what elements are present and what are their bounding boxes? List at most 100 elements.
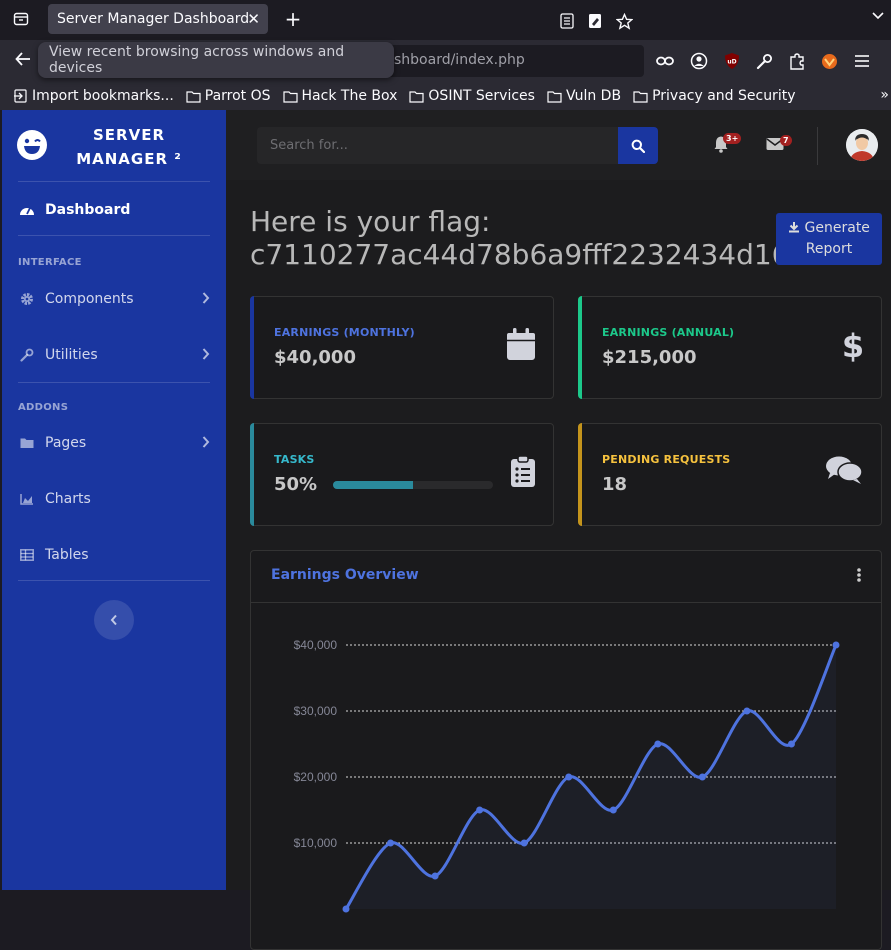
messages-badge: 7 [780,135,792,146]
sidebar-item-pages[interactable]: Pages [18,431,210,455]
bookmark-folder[interactable]: Parrot OS [186,88,271,104]
bookmark-star-icon[interactable] [616,13,633,30]
data-point [743,707,751,715]
sidebar-item-components[interactable]: Components [18,287,210,311]
url-bar-actions [560,13,633,30]
sidebar-item-label: Charts [45,491,91,507]
data-point [832,641,840,649]
bookmark-folder[interactable]: Vuln DB [547,88,621,104]
y-tick-label: $30,000 [294,704,338,718]
data-point [520,839,528,847]
wrench-icon [18,348,36,362]
foxyproxy-icon[interactable] [821,53,838,70]
topbar: 3+ 7 [226,110,891,180]
generate-report-button[interactable]: Generate Report [776,213,882,265]
search-button[interactable] [618,127,658,164]
table-icon [18,549,36,561]
dollar-sign-icon: $ [843,328,863,362]
bookmark-folder[interactable]: Hack The Box [282,88,398,104]
card-label: PENDING REQUESTS [602,453,731,466]
search-input[interactable] [257,127,619,164]
sidebar-brand[interactable]: SERVER MANAGER ² [2,110,226,180]
sidebar-item-dashboard[interactable]: Dashboard [18,198,210,222]
back-icon[interactable] [14,50,32,72]
earnings-overview-card: Earnings Overview $40,000 $30,000 $20,000 $… [250,550,882,950]
sidebar-toggle-button[interactable] [94,600,134,640]
folder-icon [633,90,648,103]
sidebar-item-charts[interactable]: Charts [18,487,210,511]
sidebar-divider [18,181,210,182]
folder-icon [18,437,36,449]
data-point [698,773,706,781]
download-icon [789,222,800,233]
wrench-icon[interactable] [756,53,773,70]
alerts-badge: 3+ [723,133,742,144]
data-point [342,905,350,913]
app-menu-icon[interactable] [854,54,870,68]
sidebar-item-utilities[interactable]: Utilities [18,343,210,367]
tab-title: Server Manager Dashboard [57,11,250,27]
bookmark-folder[interactable]: Privacy and Security [633,88,795,104]
bookmark-label: OSINT Services [428,88,535,104]
folder-icon [547,90,562,103]
ellipsis-vertical-icon[interactable] [857,568,861,582]
brand-line-1: SERVER [92,126,165,144]
list-all-tabs-icon[interactable] [871,8,885,27]
bookmark-label: Import bookmarks... [32,88,174,104]
ublock-origin-icon[interactable]: uD [724,52,740,70]
data-point [476,806,484,814]
brand-line-2: MANAGER ² [76,150,182,168]
card-label: EARNINGS (MONTHLY) [274,326,415,339]
bookmark-import[interactable]: Import bookmarks... [14,88,174,104]
report-label-1: Generate [804,220,870,236]
flag-heading: Here is your flag: [250,205,491,238]
tachometer-icon [18,203,36,217]
extensions-puzzle-icon[interactable] [789,52,805,70]
data-point [431,872,439,880]
area-chart-icon [18,493,36,505]
card-accent [578,296,582,399]
sidebar: SERVER MANAGER ² Dashboard INTERFACE Com… [2,110,226,890]
tab-server-manager[interactable]: Server Manager Dashboard ✕ [48,4,268,34]
card-label: EARNINGS (ANNUAL) [602,326,735,339]
folder-icon [186,90,201,103]
clipboard-list-icon [511,455,535,487]
new-tab-button[interactable]: + [280,6,306,32]
card-earnings-monthly: EARNINGS (MONTHLY) $40,000 [250,296,554,399]
close-tab-icon[interactable]: ✕ [247,10,260,28]
sidebar-item-tables[interactable]: Tables [18,543,210,567]
bookmark-label: Parrot OS [204,88,271,104]
sidebar-divider [18,235,210,236]
earnings-area-chart: $40,000 $30,000 $20,000 $10,000 [294,638,840,913]
y-tick-label: $20,000 [294,770,338,784]
reader-view-icon[interactable] [560,13,574,29]
bookmark-folder[interactable]: OSINT Services [409,88,535,104]
tasks-progress-bar [333,481,493,489]
chevron-left-icon [110,614,117,626]
card-pending-requests: PENDING REQUESTS 18 [578,423,882,526]
import-icon [14,89,27,103]
card-earnings-annual: EARNINGS (ANNUAL) $215,000 $ [578,296,882,399]
messages-button[interactable]: 7 [766,135,792,155]
bookmark-label: Vuln DB [565,88,622,104]
svg-text:uD: uD [727,59,736,66]
sidebar-item-label: Components [45,291,134,307]
account-icon[interactable] [690,52,708,70]
progress-fill [333,481,413,489]
page-edit-icon[interactable] [588,13,602,29]
chevron-right-icon [202,348,210,360]
browser-chrome: Server Manager Dashboard ✕ + shboard/ind… [0,0,891,110]
avatar[interactable] [846,129,878,161]
card-value: $40,000 [274,347,356,368]
private-mask-icon[interactable] [656,56,674,66]
alerts-button[interactable]: 3+ [713,133,742,157]
chevron-right-icon [202,292,210,304]
folder-icon [282,90,298,103]
chart-card-header: Earnings Overview [251,551,881,603]
bookmark-label: Hack The Box [301,88,398,104]
card-value: 18 [602,474,628,495]
firefox-view-button[interactable] [4,5,38,33]
sidebar-item-label: Tables [45,547,89,563]
more-bookmarks-icon[interactable]: » [880,87,889,103]
sidebar-divider [18,382,210,383]
